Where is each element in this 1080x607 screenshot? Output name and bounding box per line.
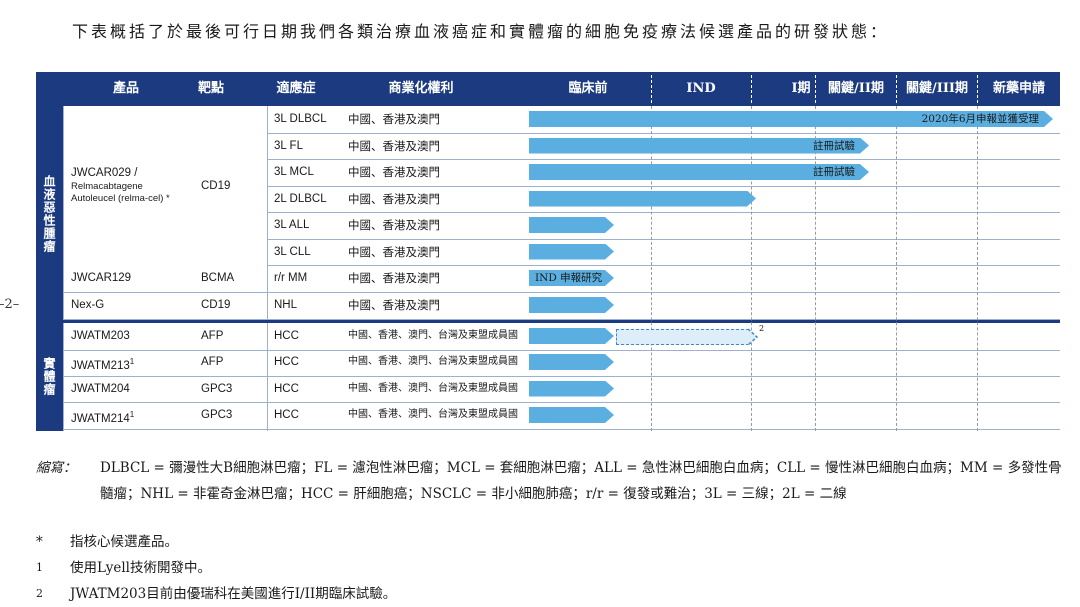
product-generic-name: Relmacabtagene (71, 180, 143, 192)
header-pivotal2: 關鍵/II期 (828, 81, 884, 96)
indication-label: HCC (274, 409, 299, 421)
table-row-line (63, 265, 267, 293)
footnote-text: 指核心候選產品。 (70, 534, 178, 550)
progress-bar-label: 註冊試驗 (813, 139, 855, 152)
indication-label: HCC (274, 330, 299, 342)
indication-label: NHL (274, 299, 298, 311)
intro-text: 下表概括了於最後可行日期我們各類治療血液癌症和實體瘤的細胞免疫療法候選產品的研發… (72, 22, 890, 41)
indication-label: 3L FL (274, 139, 303, 152)
indication-label: HCC (274, 382, 299, 395)
progress-bar (529, 328, 614, 344)
footnote-2: 2 JWATM203目前由優瑞科在美國進行I/II期臨床試驗。 (36, 581, 396, 607)
indication-label: 3L ALL (274, 219, 310, 231)
header-separator (751, 75, 752, 103)
rights-label: 中國、香港及澳門 (348, 138, 440, 153)
header-separator (977, 75, 978, 103)
rights-label: 中國、香港及澳門 (348, 191, 440, 206)
header-indication: 適應症 (276, 81, 316, 96)
rights-label: 中國、香港及澳門 (348, 298, 440, 312)
progress-bar-label: IND 申報研究 (535, 272, 603, 284)
header-separator (896, 75, 897, 103)
table-row: 3L CLL 中國、香港及澳門 (267, 239, 1060, 267)
table-row: JWATM2141 GPC3 HCC 中國、香港、澳門、台灣及東盟成員國 (71, 402, 1060, 430)
footnote-ref: 2 (759, 324, 765, 333)
abbreviations-text: DLBCL = 彌漫性大B細胞淋巴瘤；FL = 濾泡性淋巴瘤；MCL = 套細胞… (100, 460, 1062, 502)
pipeline-table: 產品 靶點 適應症 商業化權利 臨床前 IND I期 關鍵/II期 關鍵/III… (36, 72, 1060, 431)
header-target: 靶點 (197, 81, 224, 96)
product-cell-jwcar029: JWCAR029 / Relmacabtagene Autoleucel (re… (71, 106, 201, 265)
table-row: Nex-G CD19 NHL 中國、香港及澳門 (71, 292, 1060, 320)
table-row-line (63, 323, 267, 351)
rights-label: 中國、香港、澳門、台灣及東盟成員國 (348, 356, 518, 367)
table-header: 產品 靶點 適應症 商業化權利 臨床前 IND I期 關鍵/II期 關鍵/III… (36, 72, 1060, 106)
progress-bar-label: 註冊試驗 (813, 166, 855, 178)
progress-bar (529, 381, 614, 397)
projected-progress-bar (616, 329, 749, 345)
footnote-1: 1 使用Lyell技術開發中。 (36, 555, 211, 581)
footnote-text: 使用Lyell技術開發中。 (70, 560, 211, 576)
header-separator (651, 75, 652, 103)
header-rights: 商業化權利 (388, 81, 454, 96)
rights-label: 中國、香港及澳門 (348, 218, 440, 232)
rights-label: 中國、香港及澳門 (348, 271, 440, 285)
indication-label: 3L DLBCL (274, 113, 327, 125)
progress-bar (529, 407, 614, 423)
header-ind: IND (686, 81, 716, 96)
progress-bar (529, 191, 756, 207)
rights-label: 中國、香港、澳門、台灣及東盟成員國 (348, 382, 518, 394)
header-nda: 新藥申請 (992, 81, 1045, 96)
column-line (63, 106, 64, 431)
product-generic-name: Autoleucel (relma-cel) * (71, 192, 170, 204)
table-row: 3L ALL 中國、香港及澳門 (267, 212, 1060, 240)
rights-label: 中國、香港及澳門 (348, 165, 440, 179)
progress-bar-label: 2020年6月申報並獲受理 (921, 113, 1039, 125)
indication-label: 3L CLL (274, 245, 311, 258)
group-label-hematologic: 血液惡性腫瘤 (36, 106, 63, 321)
rights-label: 中國、香港、澳門、台灣及東盟成員國 (348, 330, 518, 341)
phase-grid-line (896, 106, 897, 431)
table-row-line (63, 376, 267, 404)
rights-label: 中國、香港及澳門 (348, 112, 440, 126)
table-row-line (63, 402, 267, 430)
table-row: JWATM204 GPC3 HCC 中國、香港、澳門、台灣及東盟成員國 (71, 376, 1060, 404)
indication-label: HCC (274, 356, 299, 368)
footnote-text: JWATM203目前由優瑞科在美國進行I/II期臨床試驗。 (70, 586, 397, 602)
abbreviations-title: 縮寫： (36, 460, 77, 476)
footnote-mark: 1 (36, 561, 43, 574)
footnote-star: * 指核心候選產品。 (36, 529, 178, 555)
group-divider (63, 320, 1060, 323)
target-label: CD19 (201, 179, 231, 192)
target-cell-jwcar029: CD19 (201, 106, 261, 265)
footnote-mark: * (36, 534, 43, 550)
page-number: –2– (0, 297, 20, 312)
phase-grid-line (815, 106, 816, 431)
product-name: JWCAR029 / (71, 167, 138, 180)
table-row-line (63, 292, 267, 320)
indication-label: 2L DLBCL (274, 192, 327, 205)
indication-label: r/r MM (274, 272, 308, 284)
table-row-line (63, 349, 267, 377)
header-product: 產品 (112, 81, 139, 96)
header-separator (815, 75, 816, 103)
rights-label: 中國、香港及澳門 (348, 244, 440, 259)
rights-label: 中國、香港、澳門、台灣及東盟成員國 (348, 409, 518, 420)
table-row: JWCAR129 BCMA r/r MM 中國、香港及澳門 (71, 265, 1060, 293)
indication-label: 3L MCL (274, 166, 314, 178)
header-preclinical: 臨床前 (568, 81, 608, 96)
progress-bar (529, 297, 614, 313)
group-label-solid: 實體瘤 (36, 321, 63, 431)
footnote-mark: 2 (36, 587, 43, 600)
phase-grid-line (751, 106, 752, 431)
progress-bar (529, 217, 614, 233)
progress-bar (529, 244, 614, 260)
phase-grid-line (977, 106, 978, 431)
column-line (267, 106, 268, 431)
table-row: JWATM2131 AFP HCC 中國、香港、澳門、台灣及東盟成員國 (71, 349, 1060, 377)
header-pivotal3: 關鍵/III期 (906, 81, 968, 96)
phase-grid-line (651, 106, 652, 431)
progress-bar (529, 354, 614, 370)
